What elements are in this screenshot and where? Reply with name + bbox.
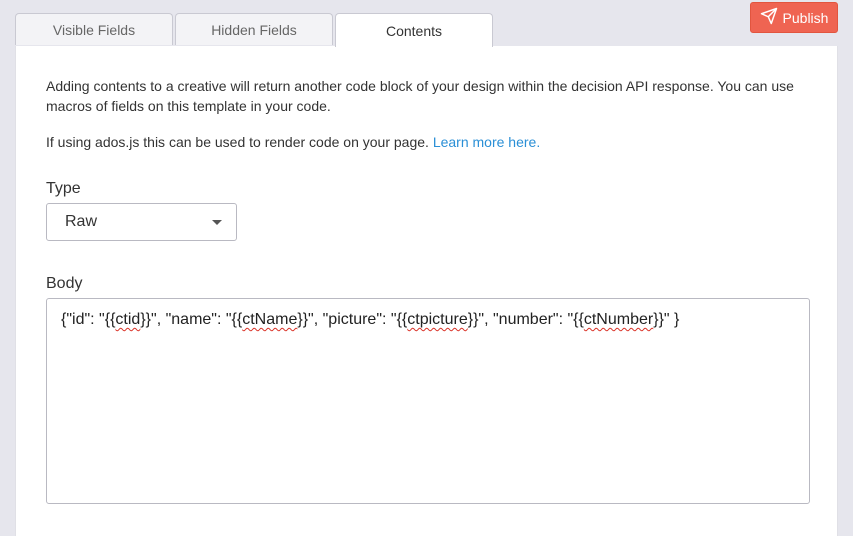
body-text: }}", "number": "{{ <box>467 311 584 328</box>
body-macro: ctNumber <box>583 311 654 328</box>
paper-plane-icon <box>760 7 778 28</box>
tab-contents[interactable]: Contents <box>335 13 493 47</box>
adosjs-text: If using ados.js this can be used to ren… <box>46 134 429 150</box>
adosjs-note: If using ados.js this can be used to ren… <box>46 132 540 152</box>
contents-panel: Adding contents to a creative will retur… <box>15 46 838 536</box>
type-select-value: Raw <box>65 213 98 230</box>
contents-description: Adding contents to a creative will retur… <box>46 78 794 114</box>
body-textarea[interactable]: {"id": "{{ctid}}", "name": "{{ctName}}",… <box>46 298 810 504</box>
caret-down-icon <box>212 220 222 225</box>
learn-more-link[interactable]: Learn more here. <box>433 134 540 150</box>
tab-visible-fields[interactable]: Visible Fields <box>15 13 173 45</box>
tab-bar: Visible Fields Hidden Fields Contents <box>15 13 495 47</box>
publish-button[interactable]: Publish <box>750 2 838 33</box>
body-text: {"id": "{{ <box>61 311 116 328</box>
type-select[interactable]: Raw <box>46 203 237 241</box>
body-macro: ctid <box>115 311 141 328</box>
tab-hidden-fields[interactable]: Hidden Fields <box>175 13 333 45</box>
body-text: }}", "name": "{{ <box>140 311 243 328</box>
body-label: Body <box>46 275 83 292</box>
body-macro: ctName <box>242 311 298 328</box>
body-text: }}", "picture": "{{ <box>297 311 408 328</box>
body-macro: ctpicture <box>407 311 468 328</box>
body-text: }}" } <box>653 311 680 328</box>
publish-label: Publish <box>782 9 829 26</box>
type-label: Type <box>46 180 81 197</box>
